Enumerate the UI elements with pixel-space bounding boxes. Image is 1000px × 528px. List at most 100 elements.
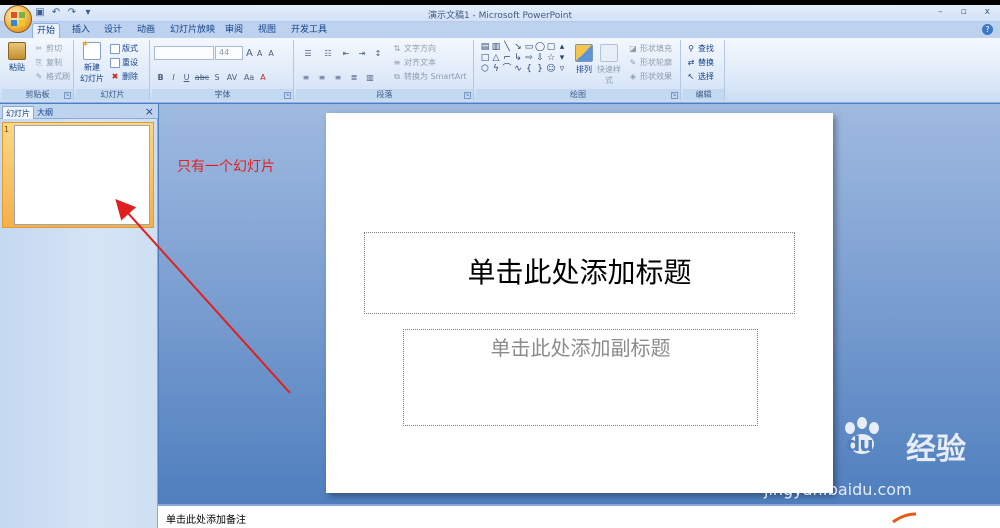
- columns-icon[interactable]: ▥: [362, 73, 378, 82]
- paragraph-launcher-icon[interactable]: ↘: [464, 92, 471, 99]
- format-painter-button[interactable]: ✎ 格式刷: [34, 71, 70, 82]
- tab-slideshow[interactable]: 幻灯片放映: [166, 23, 219, 38]
- copy-button[interactable]: ⎘ 复制: [34, 57, 62, 68]
- shrink-font-button[interactable]: A: [257, 49, 262, 58]
- slide-thumbnail[interactable]: [14, 125, 150, 225]
- paste-button[interactable]: 粘贴: [4, 42, 30, 73]
- gallery-more-icon[interactable]: ▿: [557, 65, 567, 74]
- align-right-icon[interactable]: ≡: [330, 73, 346, 82]
- wave-shape-icon[interactable]: ∿: [513, 65, 523, 74]
- underline-button[interactable]: U: [180, 73, 193, 82]
- char-spacing-button[interactable]: AV: [223, 73, 241, 82]
- grow-font-button[interactable]: A: [246, 48, 253, 59]
- shape-fill-button[interactable]: ◪ 形状填充: [628, 43, 672, 54]
- gallery-up-icon[interactable]: ▴: [557, 43, 567, 52]
- strikethrough-button[interactable]: abc: [193, 73, 211, 82]
- tab-insert[interactable]: 插入: [68, 23, 94, 38]
- change-case-button[interactable]: Aa: [241, 73, 257, 82]
- cut-button[interactable]: ✂ 剪切: [34, 43, 62, 54]
- arrow-line-shape-icon[interactable]: ↘: [513, 43, 523, 52]
- right-arrow-shape-icon[interactable]: ⇨: [524, 54, 534, 63]
- select-button[interactable]: ↖ 选择: [686, 71, 714, 82]
- justify-icon[interactable]: ≣: [346, 73, 362, 82]
- pen-icon: ✎: [629, 57, 637, 67]
- rect-shape-icon[interactable]: □: [480, 54, 490, 63]
- indent-icon[interactable]: ⇤: [338, 49, 354, 58]
- line-shape-icon[interactable]: ╲: [502, 43, 512, 52]
- rectangle-shape-icon[interactable]: ▭: [524, 43, 534, 52]
- line-spacing-icon[interactable]: ↕: [370, 49, 386, 58]
- font-launcher-icon[interactable]: ↘: [284, 92, 291, 99]
- tab-home[interactable]: 开始: [32, 23, 61, 38]
- delete-slide-button[interactable]: ✖ 删除: [110, 71, 138, 82]
- elbow-shape-icon[interactable]: ↳: [513, 54, 523, 63]
- shapes-gallery[interactable]: ▤ ▥ ╲ ↘ ▭ ◯ ▢ ▴ □ △ ⌐ ↳ ⇨ ⇩ ☆ ▾ ⬡ ϟ ⌒ ∿ …: [480, 43, 567, 74]
- arrange-button[interactable]: 排列: [572, 44, 596, 75]
- textbox-v-shape-icon[interactable]: ▥: [491, 43, 501, 52]
- bullets-icon[interactable]: ☰: [298, 49, 318, 58]
- group-slides: ✶ 新建 幻灯片 版式 重设 ✖ 删除 幻灯片: [76, 39, 150, 100]
- star-shape-icon[interactable]: ☆: [546, 54, 556, 63]
- smiley-shape-icon[interactable]: ☺: [546, 65, 556, 74]
- clipboard-launcher-icon[interactable]: ↘: [64, 92, 71, 99]
- close-pane-icon[interactable]: ×: [145, 105, 154, 118]
- tab-view[interactable]: 视图: [254, 23, 280, 38]
- tab-design[interactable]: 设计: [100, 23, 126, 38]
- tab-review[interactable]: 审阅: [221, 23, 247, 38]
- hexagon-shape-icon[interactable]: ⬡: [480, 65, 490, 74]
- quick-styles-button[interactable]: 快速样式: [594, 44, 624, 86]
- oval-shape-icon[interactable]: ◯: [535, 43, 545, 52]
- minimize-button[interactable]: –: [938, 7, 943, 17]
- delete-icon: ✖: [111, 71, 119, 81]
- font-name-combo[interactable]: [154, 46, 214, 60]
- subtitle-placeholder[interactable]: 单击此处添加副标题: [403, 329, 758, 426]
- brace-right-shape-icon[interactable]: }: [535, 65, 545, 74]
- layout-button[interactable]: 版式: [110, 43, 138, 54]
- textbox-shape-icon[interactable]: ▤: [480, 43, 490, 52]
- lightning-shape-icon[interactable]: ϟ: [491, 65, 501, 74]
- convert-smartart-button[interactable]: ⧉ 转换为 SmartArt: [392, 71, 467, 82]
- font-size-combo[interactable]: 44: [215, 46, 243, 60]
- connector-shape-icon[interactable]: ⌐: [502, 54, 512, 63]
- new-slide-button[interactable]: ✶ 新建 幻灯片: [78, 39, 106, 84]
- office-button[interactable]: [4, 5, 32, 33]
- shadow-button[interactable]: S: [211, 73, 223, 82]
- title-placeholder[interactable]: 单击此处添加标题: [364, 232, 795, 314]
- brace-left-shape-icon[interactable]: {: [524, 65, 534, 74]
- find-button[interactable]: ⚲ 查找: [686, 43, 714, 54]
- numbering-icon[interactable]: ☷: [318, 49, 338, 58]
- shape-outline-button[interactable]: ✎ 形状轮廓: [628, 57, 672, 68]
- drawing-launcher-icon[interactable]: ↘: [671, 92, 678, 99]
- text-direction-button[interactable]: ⇅ 文字方向: [392, 43, 436, 54]
- clear-format-button[interactable]: A: [268, 49, 273, 58]
- curve-shape-icon[interactable]: ⌒: [502, 65, 512, 74]
- restore-button[interactable]: ▫: [961, 7, 967, 17]
- tab-slides[interactable]: 幻灯片: [2, 106, 34, 119]
- close-button[interactable]: x: [985, 7, 990, 17]
- gallery-down-icon[interactable]: ▾: [557, 54, 567, 63]
- group-paragraph: ☰ ☷ ⇤ ⇥ ↕ ⇅ 文字方向 ≡ 对齐文本 ⧉ 转换为 SmartArt ≡ ≡ …: [296, 40, 474, 100]
- align-left-icon[interactable]: ≡: [298, 73, 314, 82]
- help-icon[interactable]: ?: [982, 24, 993, 35]
- watermark-jingyan-text: 经验: [906, 432, 966, 467]
- office-logo-icon: [11, 12, 25, 26]
- group-label-editing: 编辑: [683, 89, 724, 100]
- tab-outline[interactable]: 大纲: [34, 106, 56, 119]
- tab-developer[interactable]: 开发工具: [287, 23, 331, 38]
- outdent-icon[interactable]: ⇥: [354, 49, 370, 58]
- baidu-watermark: Bai du 经验 jingyan.baidu.com: [760, 417, 996, 508]
- shape-effects-button[interactable]: ◈ 形状效果: [628, 71, 672, 82]
- align-text-button[interactable]: ≡ 对齐文本: [392, 57, 436, 68]
- bold-button[interactable]: B: [154, 73, 167, 82]
- tab-animation[interactable]: 动画: [133, 23, 159, 38]
- triangle-shape-icon[interactable]: △: [491, 54, 501, 63]
- font-size-buttons: A A A: [246, 47, 274, 60]
- align-center-icon[interactable]: ≡: [314, 73, 330, 82]
- italic-button[interactable]: I: [167, 73, 180, 82]
- replace-icon: ⇄: [687, 57, 695, 67]
- down-arrow-shape-icon[interactable]: ⇩: [535, 54, 545, 63]
- rounded-rect-shape-icon[interactable]: ▢: [546, 43, 556, 52]
- font-color-icon[interactable]: A: [257, 73, 269, 82]
- replace-button[interactable]: ⇄ 替换: [686, 57, 714, 68]
- reset-button[interactable]: 重设: [110, 57, 138, 68]
